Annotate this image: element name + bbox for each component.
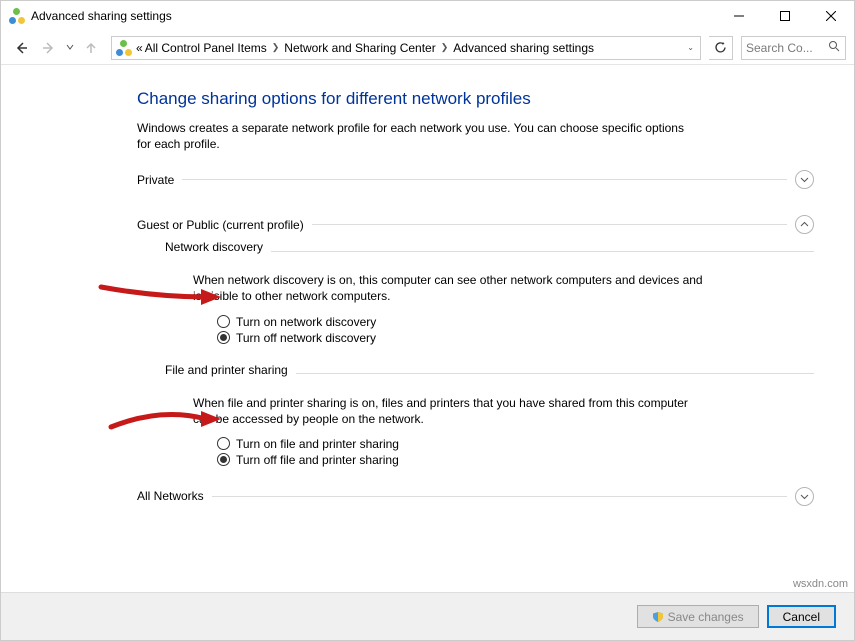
radio-turn-off-network-discovery[interactable]: Turn off network discovery	[217, 331, 814, 345]
save-changes-button[interactable]: Save changes	[637, 605, 759, 628]
page-description: Windows creates a separate network profi…	[137, 121, 697, 152]
address-bar[interactable]: « All Control Panel Items ❯ Network and …	[111, 36, 701, 60]
radio-turn-on-file-printer-sharing[interactable]: Turn on file and printer sharing	[217, 437, 814, 451]
shield-icon	[652, 611, 664, 623]
footer-bar: Save changes Cancel	[1, 592, 854, 640]
cancel-button[interactable]: Cancel	[767, 605, 836, 628]
button-label: Save changes	[668, 610, 744, 624]
title-bar: Advanced sharing settings	[1, 1, 854, 31]
control-panel-icon	[9, 8, 25, 24]
radio-label: Turn off file and printer sharing	[236, 453, 399, 467]
page-title: Change sharing options for different net…	[137, 89, 814, 109]
back-button[interactable]	[9, 36, 33, 60]
section-title: Guest or Public (current profile)	[137, 218, 304, 232]
subsection-description: When file and printer sharing is on, fil…	[193, 395, 703, 427]
refresh-button[interactable]	[709, 36, 733, 60]
recent-button[interactable]	[65, 41, 75, 55]
expand-button[interactable]	[795, 487, 814, 506]
divider	[182, 179, 787, 180]
radio-label: Turn on network discovery	[236, 315, 376, 329]
button-label: Cancel	[783, 610, 820, 624]
window-title: Advanced sharing settings	[31, 9, 172, 23]
minimize-button[interactable]	[716, 1, 762, 31]
section-title: All Networks	[137, 489, 204, 503]
search-icon	[828, 40, 841, 56]
up-button[interactable]	[79, 36, 103, 60]
radio-label: Turn off network discovery	[236, 331, 376, 345]
breadcrumb-prefix: «	[136, 41, 143, 55]
radio-turn-off-file-printer-sharing[interactable]: Turn off file and printer sharing	[217, 453, 814, 467]
address-dropdown[interactable]: ⌄	[681, 43, 700, 52]
chevron-right-icon[interactable]: ❯	[438, 42, 452, 53]
divider	[271, 251, 814, 252]
breadcrumb-item[interactable]: Advanced sharing settings	[453, 41, 594, 55]
radio-unchecked-icon	[217, 437, 230, 450]
collapse-button[interactable]	[795, 215, 814, 234]
radio-checked-icon	[217, 453, 230, 466]
forward-button[interactable]	[37, 36, 61, 60]
divider	[212, 496, 787, 497]
section-title: Private	[137, 173, 174, 187]
close-button[interactable]	[808, 1, 854, 31]
maximize-button[interactable]	[762, 1, 808, 31]
radio-unchecked-icon	[217, 315, 230, 328]
search-placeholder: Search Co...	[746, 41, 813, 55]
radio-label: Turn on file and printer sharing	[236, 437, 399, 451]
content-area: Change sharing options for different net…	[1, 65, 854, 572]
control-panel-icon	[116, 40, 132, 56]
chevron-right-icon[interactable]: ❯	[269, 42, 283, 53]
subsection-title: File and printer sharing	[165, 363, 288, 377]
radio-turn-on-network-discovery[interactable]: Turn on network discovery	[217, 315, 814, 329]
divider	[312, 224, 787, 225]
radio-checked-icon	[217, 331, 230, 344]
section-guest-public[interactable]: Guest or Public (current profile)	[137, 215, 814, 234]
breadcrumb-item[interactable]: All Control Panel Items	[145, 41, 267, 55]
navigation-bar: « All Control Panel Items ❯ Network and …	[1, 31, 854, 65]
expand-button[interactable]	[795, 170, 814, 189]
subsection-title: Network discovery	[165, 240, 263, 254]
breadcrumb-item[interactable]: Network and Sharing Center	[284, 41, 435, 55]
search-input[interactable]: Search Co...	[741, 36, 846, 60]
subsection-description: When network discovery is on, this compu…	[193, 272, 703, 304]
divider	[296, 373, 814, 374]
section-private[interactable]: Private	[137, 170, 814, 189]
watermark: wsxdn.com	[793, 578, 848, 590]
section-all-networks[interactable]: All Networks	[137, 487, 814, 506]
